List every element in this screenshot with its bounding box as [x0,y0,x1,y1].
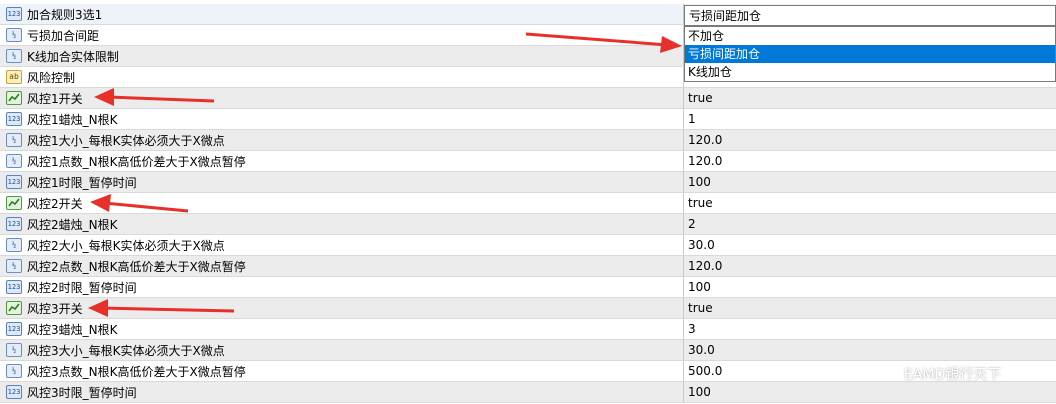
arrow-risk2-switch [90,194,189,213]
arrow-to-dropdown [525,32,682,53]
arrow-risk1-switch [94,88,215,106]
watermark: EAMD银行天下 [904,364,1001,384]
watermark-text: EAMD银行天下 [904,367,1002,383]
arrow-risk3-switch [88,299,235,317]
annotation-arrows [88,32,682,317]
